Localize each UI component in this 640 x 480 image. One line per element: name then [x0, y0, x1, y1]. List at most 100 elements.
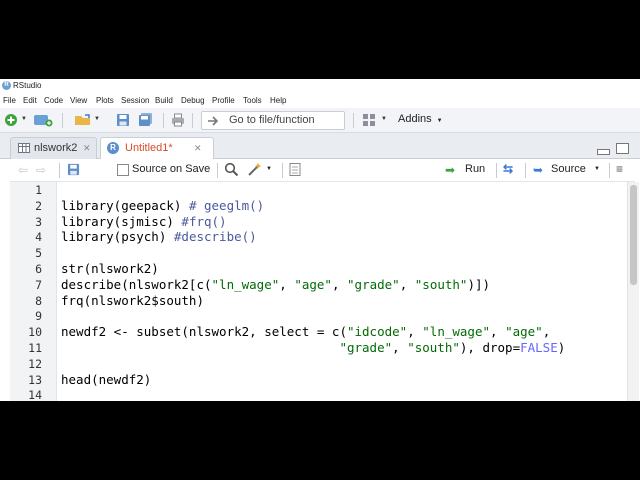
- code-line: library(psych) #describe(): [61, 229, 257, 244]
- chevron-down-icon[interactable]: ▼: [594, 166, 600, 172]
- code-line: library(geepack) # geeglm(): [61, 198, 264, 213]
- menu-build[interactable]: Build: [155, 96, 173, 105]
- forward-arrow-icon[interactable]: ⇨: [36, 163, 46, 177]
- menu-edit[interactable]: Edit: [23, 96, 37, 105]
- document-outline-icon[interactable]: [289, 163, 301, 176]
- menu-session[interactable]: Session: [121, 96, 149, 105]
- code-token: #describe(): [173, 229, 257, 245]
- go-to-arrow-icon: [208, 116, 219, 126]
- minimize-pane-icon[interactable]: [597, 149, 610, 155]
- menu-debug[interactable]: Debug: [181, 96, 205, 105]
- line-number: 13: [28, 372, 42, 387]
- close-icon[interactable]: ✕: [83, 143, 91, 154]
- code-line: str(nlswork2): [61, 261, 159, 276]
- code-token: "age": [294, 276, 332, 292]
- code-line: "grade", "south"), drop=FALSE): [61, 340, 565, 355]
- line-number: 8: [35, 293, 42, 308]
- chevron-down-icon[interactable]: ▼: [266, 166, 272, 172]
- code-token: FALSE: [520, 340, 558, 355]
- table-icon: [18, 143, 30, 153]
- open-folder-icon[interactable]: [74, 113, 92, 127]
- save-icon[interactable]: [67, 163, 80, 176]
- code-token: str(nlswork2): [61, 261, 159, 276]
- code-token: ), drop=: [459, 340, 521, 355]
- menu-file[interactable]: File: [3, 96, 16, 105]
- go-to-file-input[interactable]: Go to file/function: [201, 111, 345, 130]
- new-file-icon[interactable]: [4, 113, 18, 127]
- code-token: head(newdf2): [61, 371, 152, 387]
- toolbar-divider: [282, 163, 283, 178]
- rstudio-window: R RStudio File Edit Code View Plots Sess…: [0, 79, 640, 401]
- line-number: 9: [35, 309, 42, 324]
- magic-wand-icon[interactable]: [247, 162, 263, 177]
- toolbar-divider: [163, 113, 164, 128]
- line-number: 1: [35, 183, 42, 197]
- code-line: describe(nlswork2[c("ln_wage", "age", "g…: [61, 277, 490, 292]
- code-token: describe(nlswork2[c(: [61, 276, 212, 292]
- chevron-down-icon[interactable]: ▼: [381, 116, 387, 122]
- toolbar-divider: [59, 163, 60, 178]
- code-token: ,: [399, 276, 415, 292]
- line-number: 5: [35, 246, 42, 261]
- code-token: library(sjmisc): [61, 213, 182, 229]
- line-number-gutter: 1 2 3 4 5 6 7 8 9 10 11 12 13 14: [10, 182, 57, 401]
- tab-nlswork2[interactable]: nlswork2 ✕: [10, 137, 97, 159]
- code-token: "grade": [339, 340, 393, 355]
- code-token: library(geepack): [61, 197, 189, 213]
- menu-view[interactable]: View: [70, 96, 87, 105]
- new-project-icon[interactable]: [33, 113, 53, 127]
- code-line: head(newdf2): [61, 372, 151, 387]
- run-arrow-icon: ➡: [445, 163, 456, 177]
- tab-label: Untitled1*: [125, 142, 173, 154]
- source-button[interactable]: Source: [551, 163, 586, 175]
- code-line: newdf2 <- subset(nlswork2, select = c("i…: [61, 324, 550, 339]
- outline-menu-icon[interactable]: ≡: [616, 162, 623, 176]
- toolbar-divider: [62, 113, 63, 128]
- code-token: "grade": [347, 276, 400, 292]
- addins-menu[interactable]: Addins ▼: [398, 113, 443, 125]
- line-number: 4: [35, 230, 42, 245]
- menu-plots[interactable]: Plots: [96, 96, 114, 105]
- code-editor[interactable]: 1 2 3 4 5 6 7 8 9 10 11 12 13 14 library(geepack) # g…: [10, 182, 628, 401]
- code-token: ,: [542, 324, 551, 340]
- grid-layout-icon[interactable]: [362, 113, 376, 127]
- code-token: ,: [279, 276, 295, 292]
- editor-scrollbar[interactable]: [627, 182, 639, 401]
- line-number: 3: [35, 214, 42, 229]
- chevron-down-icon[interactable]: ▼: [21, 116, 27, 122]
- code-token: library(psych): [61, 229, 174, 245]
- save-all-icon[interactable]: [138, 113, 154, 127]
- addins-label: Addins: [398, 113, 432, 125]
- save-icon[interactable]: [116, 113, 130, 127]
- line-number: 11: [28, 341, 42, 355]
- close-icon[interactable]: ✕: [194, 143, 202, 154]
- rerun-icon[interactable]: ⇆: [503, 162, 513, 176]
- tab-untitled1[interactable]: R Untitled1* ✕: [100, 137, 214, 160]
- menu-tools[interactable]: Tools: [243, 96, 262, 105]
- line-number: 7: [35, 277, 42, 292]
- menu-code[interactable]: Code: [44, 96, 63, 105]
- window-title: RStudio: [13, 81, 42, 90]
- go-to-file-placeholder: Go to file/function: [229, 114, 315, 126]
- chevron-down-icon[interactable]: ▼: [94, 116, 100, 122]
- back-arrow-icon[interactable]: ⇦: [18, 163, 28, 177]
- line-number: 14: [28, 388, 42, 401]
- code-token: #frq(): [181, 213, 227, 229]
- line-number: 6: [35, 262, 42, 276]
- editor-toolbar: ⇦ ⇨ Source on Save ▼ ➡ Run ⇆ ➥ Source ▼ …: [10, 159, 635, 182]
- search-icon[interactable]: [224, 162, 239, 177]
- menu-help[interactable]: Help: [270, 96, 286, 105]
- code-token: "south": [414, 276, 468, 292]
- run-button[interactable]: Run: [465, 163, 485, 175]
- menu-profile[interactable]: Profile: [212, 96, 235, 105]
- maximize-pane-icon[interactable]: [616, 143, 629, 154]
- code-token: ,: [490, 324, 506, 340]
- code-token: "ln_wage": [211, 276, 280, 292]
- print-icon[interactable]: [171, 113, 185, 127]
- source-on-save-checkbox[interactable]: [117, 164, 129, 176]
- r-script-icon: R: [107, 142, 119, 154]
- source-on-save-label: Source on Save: [132, 163, 211, 175]
- scrollbar-thumb[interactable]: [630, 185, 637, 285]
- code-token: "idcode": [346, 324, 408, 340]
